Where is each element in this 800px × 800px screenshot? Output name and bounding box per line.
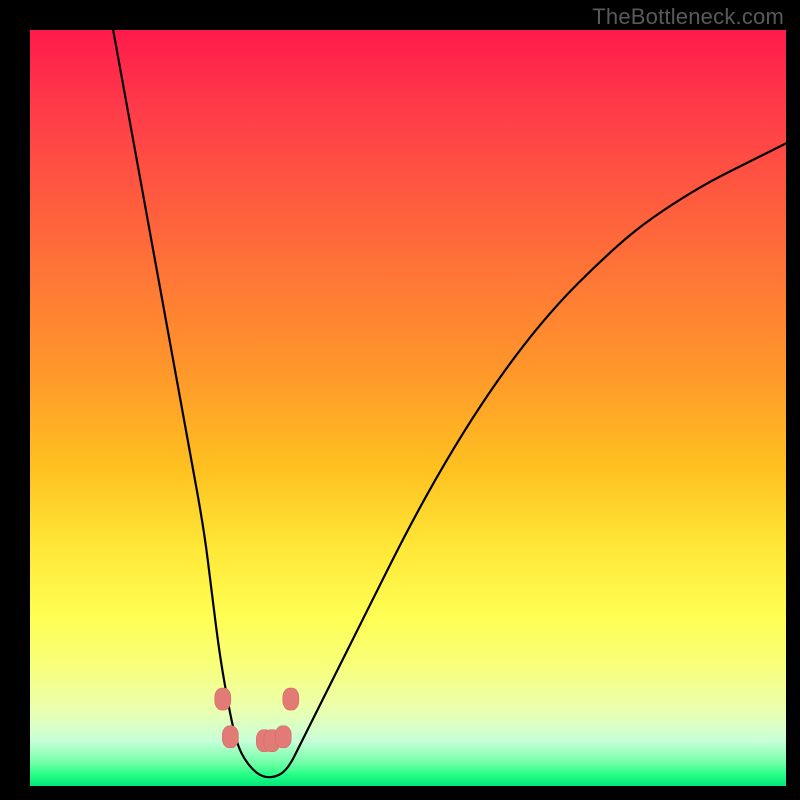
curve-marker [215,688,231,710]
curve-marker [222,726,238,748]
curve-marker [283,688,299,710]
bottleneck-curve [113,30,786,777]
curve-layer [30,30,786,786]
chart-frame: TheBottleneck.com [0,0,800,800]
watermark-text: TheBottleneck.com [592,4,784,30]
curve-marker [275,726,291,748]
curve-markers [215,688,299,752]
plot-area [30,30,786,786]
